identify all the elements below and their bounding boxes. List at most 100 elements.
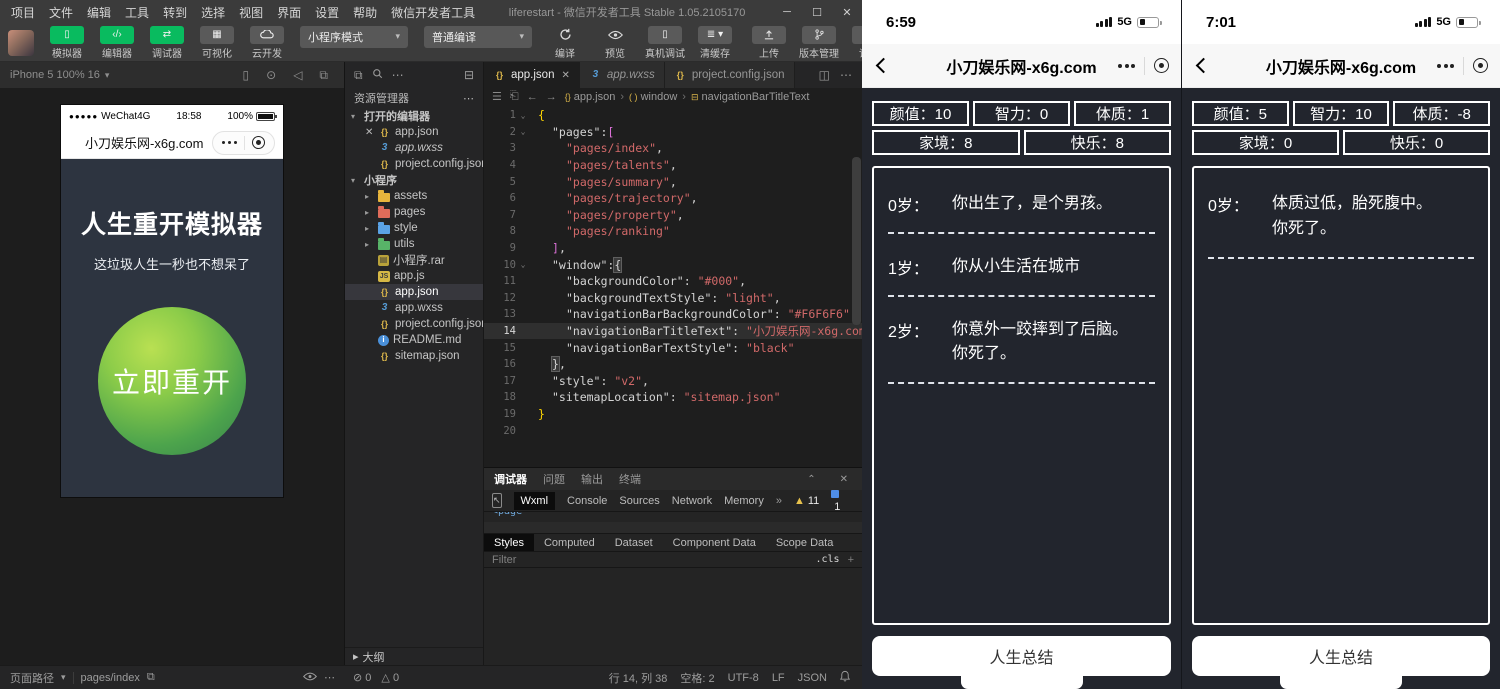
code-line-12[interactable]: 12"backgroundTextStyle": "light", xyxy=(484,290,862,307)
action-button-预览[interactable]: 预览 xyxy=(592,26,638,60)
tree-item-app.js[interactable]: JSapp.js xyxy=(345,268,483,284)
copy-icon[interactable]: ⧉ xyxy=(147,671,155,684)
menu-item-视图[interactable]: 视图 xyxy=(232,4,270,21)
minimize-icon[interactable]: ─ xyxy=(772,6,802,19)
toolbar-button-编辑器[interactable]: ‹/›编辑器 xyxy=(94,26,140,60)
tree-item-README.md[interactable]: iREADME.md xyxy=(345,332,483,348)
styles-tab-Dataset[interactable]: Dataset xyxy=(605,534,663,551)
search-icon[interactable] xyxy=(372,68,383,82)
code-line-20[interactable]: 20 xyxy=(484,422,862,439)
restart-button[interactable]: 立即重开 xyxy=(98,307,246,455)
back-icon[interactable] xyxy=(1196,58,1212,74)
code-line-14[interactable]: 14"navigationBarTitleText": "小刀娱乐网-x6g.c… xyxy=(484,323,862,340)
code-line-18[interactable]: 18"sitemapLocation": "sitemap.json" xyxy=(484,389,862,406)
device-selector[interactable]: iPhone 5 100% 16 xyxy=(10,69,100,81)
menu-item-编辑[interactable]: 编辑 xyxy=(80,4,118,21)
debugger-tab-输出[interactable]: 输出 xyxy=(581,471,603,487)
problems-segment[interactable]: ⊘ 0 △ 0 xyxy=(345,671,399,684)
breadcrumb-segment-window[interactable]: ( ) window xyxy=(629,91,677,103)
code-line-19[interactable]: 19} xyxy=(484,406,862,423)
eye-icon[interactable] xyxy=(303,672,317,684)
compile-dropdown[interactable]: 普通编译 ▾ xyxy=(424,26,532,48)
chevron-more-icon[interactable]: » xyxy=(776,495,782,507)
devtools-tab-Sources[interactable]: Sources xyxy=(619,495,659,507)
minimize-capsule-icon[interactable] xyxy=(1154,58,1169,73)
life-summary-button[interactable]: 人生总结 xyxy=(872,636,1171,676)
action-button-编译[interactable]: 编译 xyxy=(542,26,588,60)
more-icon[interactable]: ⋯ xyxy=(463,92,474,105)
tab-project.config.json[interactable]: {}project.config.json xyxy=(665,62,795,88)
more-dots-icon[interactable] xyxy=(1118,64,1135,68)
menu-item-项目[interactable]: 项目 xyxy=(4,4,42,21)
tree-item-pages[interactable]: ▸pages xyxy=(345,204,483,220)
code-line-9[interactable]: 9], xyxy=(484,240,862,257)
back-icon[interactable] xyxy=(876,58,892,74)
indent-indicator[interactable]: 空格: 2 xyxy=(680,670,714,686)
maximize-icon[interactable]: ☐ xyxy=(802,6,832,19)
code-editor[interactable]: 1⌄{2⌄"pages":[3"pages/index",4"pages/tal… xyxy=(484,105,862,467)
tree-item-project.config.json[interactable]: {}project.config.json xyxy=(345,316,483,332)
tree-item-app.json[interactable]: {}app.json xyxy=(345,284,483,300)
minimize-capsule-icon[interactable] xyxy=(1473,58,1488,73)
code-line-1[interactable]: 1⌄{ xyxy=(484,107,862,124)
scrollbar-thumb[interactable] xyxy=(852,157,861,325)
files-icon[interactable]: ⧉ xyxy=(354,68,363,83)
menu-item-文件[interactable]: 文件 xyxy=(42,4,80,21)
message-count-badge[interactable]: 1 xyxy=(831,489,840,513)
publish-button-版本管理[interactable]: 版本管理 xyxy=(796,26,842,60)
filter-input[interactable]: Filter xyxy=(492,554,516,566)
debugger-tab-问题[interactable]: 问题 xyxy=(543,471,565,487)
debugger-tab-调试器[interactable]: 调试器 xyxy=(494,471,527,487)
close-icon[interactable]: ✕ xyxy=(365,127,374,138)
tree-section-小程序[interactable]: ▾小程序 xyxy=(345,172,483,188)
code-line-10[interactable]: 10⌄"window":{ xyxy=(484,256,862,273)
capsule-menu[interactable] xyxy=(212,131,276,155)
life-summary-button[interactable]: 人生总结 xyxy=(1192,636,1490,676)
code-line-17[interactable]: 17"style": "v2", xyxy=(484,373,862,390)
add-style-icon[interactable]: + xyxy=(848,554,854,566)
devtools-tab-Console[interactable]: Console xyxy=(567,495,607,507)
code-line-15[interactable]: 15"navigationBarTextStyle": "black" xyxy=(484,339,862,356)
close-icon[interactable]: ✕ xyxy=(561,70,569,81)
language-indicator[interactable]: JSON xyxy=(798,672,827,684)
back-arrow-icon[interactable]: ← xyxy=(527,91,538,103)
collapse-editors-icon[interactable]: ⊟ xyxy=(464,68,474,82)
code-line-11[interactable]: 11"backgroundColor": "#000", xyxy=(484,273,862,290)
code-line-3[interactable]: 3"pages/index", xyxy=(484,140,862,157)
breadcrumb-segment-navigationBarTitleText[interactable]: ⊟ navigationBarTitleText xyxy=(691,91,809,103)
sound-icon[interactable]: ◁ xyxy=(287,68,308,82)
mode-dropdown[interactable]: 小程序模式 ▾ xyxy=(300,26,408,48)
code-line-5[interactable]: 5"pages/summary", xyxy=(484,173,862,190)
tree-item-style[interactable]: ▸style xyxy=(345,220,483,236)
cls-toggle[interactable]: .cls xyxy=(815,554,839,565)
devtools-tab-Wxml[interactable]: Wxml xyxy=(514,492,556,510)
tree-item-app.wxss[interactable]: 3app.wxss xyxy=(345,300,483,316)
devtools-tab-Memory[interactable]: Memory xyxy=(724,495,764,507)
debugger-tab-终端[interactable]: 终端 xyxy=(619,471,641,487)
multi-window-icon[interactable]: ⧉ xyxy=(313,68,334,83)
avatar[interactable] xyxy=(8,30,34,56)
tree-item-小程序.rar[interactable]: ▤小程序.rar xyxy=(345,252,483,268)
split-editor-icon[interactable]: ◫ xyxy=(819,68,830,82)
tree-item-assets[interactable]: ▸assets xyxy=(345,188,483,204)
capsule-menu[interactable] xyxy=(1437,57,1488,75)
page-path-label[interactable]: 页面路径 xyxy=(10,670,54,686)
menu-item-微信开发者工具[interactable]: 微信开发者工具 xyxy=(384,4,482,21)
menu-item-工具[interactable]: 工具 xyxy=(118,4,156,21)
code-line-16[interactable]: 16}, xyxy=(484,356,862,373)
tree-item-app.wxss[interactable]: 3app.wxss xyxy=(345,140,483,156)
close-icon[interactable]: ✕ xyxy=(836,474,852,485)
tab-app.json[interactable]: {}app.json✕ xyxy=(484,62,580,88)
toolbar-button-模拟器[interactable]: ▯模拟器 xyxy=(44,26,90,60)
tab-app.wxss[interactable]: 3app.wxss xyxy=(580,62,665,88)
tree-item-sitemap.json[interactable]: {}sitemap.json xyxy=(345,348,483,364)
styles-tab-Computed[interactable]: Computed xyxy=(534,534,605,551)
toolbar-button-可视化[interactable]: ▦可视化 xyxy=(194,26,240,60)
action-button-真机调试[interactable]: ▯真机调试 xyxy=(642,26,688,60)
collapse-panel-icon[interactable]: ⌃ xyxy=(803,474,819,485)
warning-count-badge[interactable]: ▲11 xyxy=(794,495,819,507)
more-dots-icon[interactable] xyxy=(1437,64,1454,68)
minimize-capsule-icon[interactable] xyxy=(252,136,265,149)
more-icon[interactable]: ⋯ xyxy=(392,68,404,82)
tree-item-project.config.json[interactable]: {}project.config.json xyxy=(345,156,483,172)
